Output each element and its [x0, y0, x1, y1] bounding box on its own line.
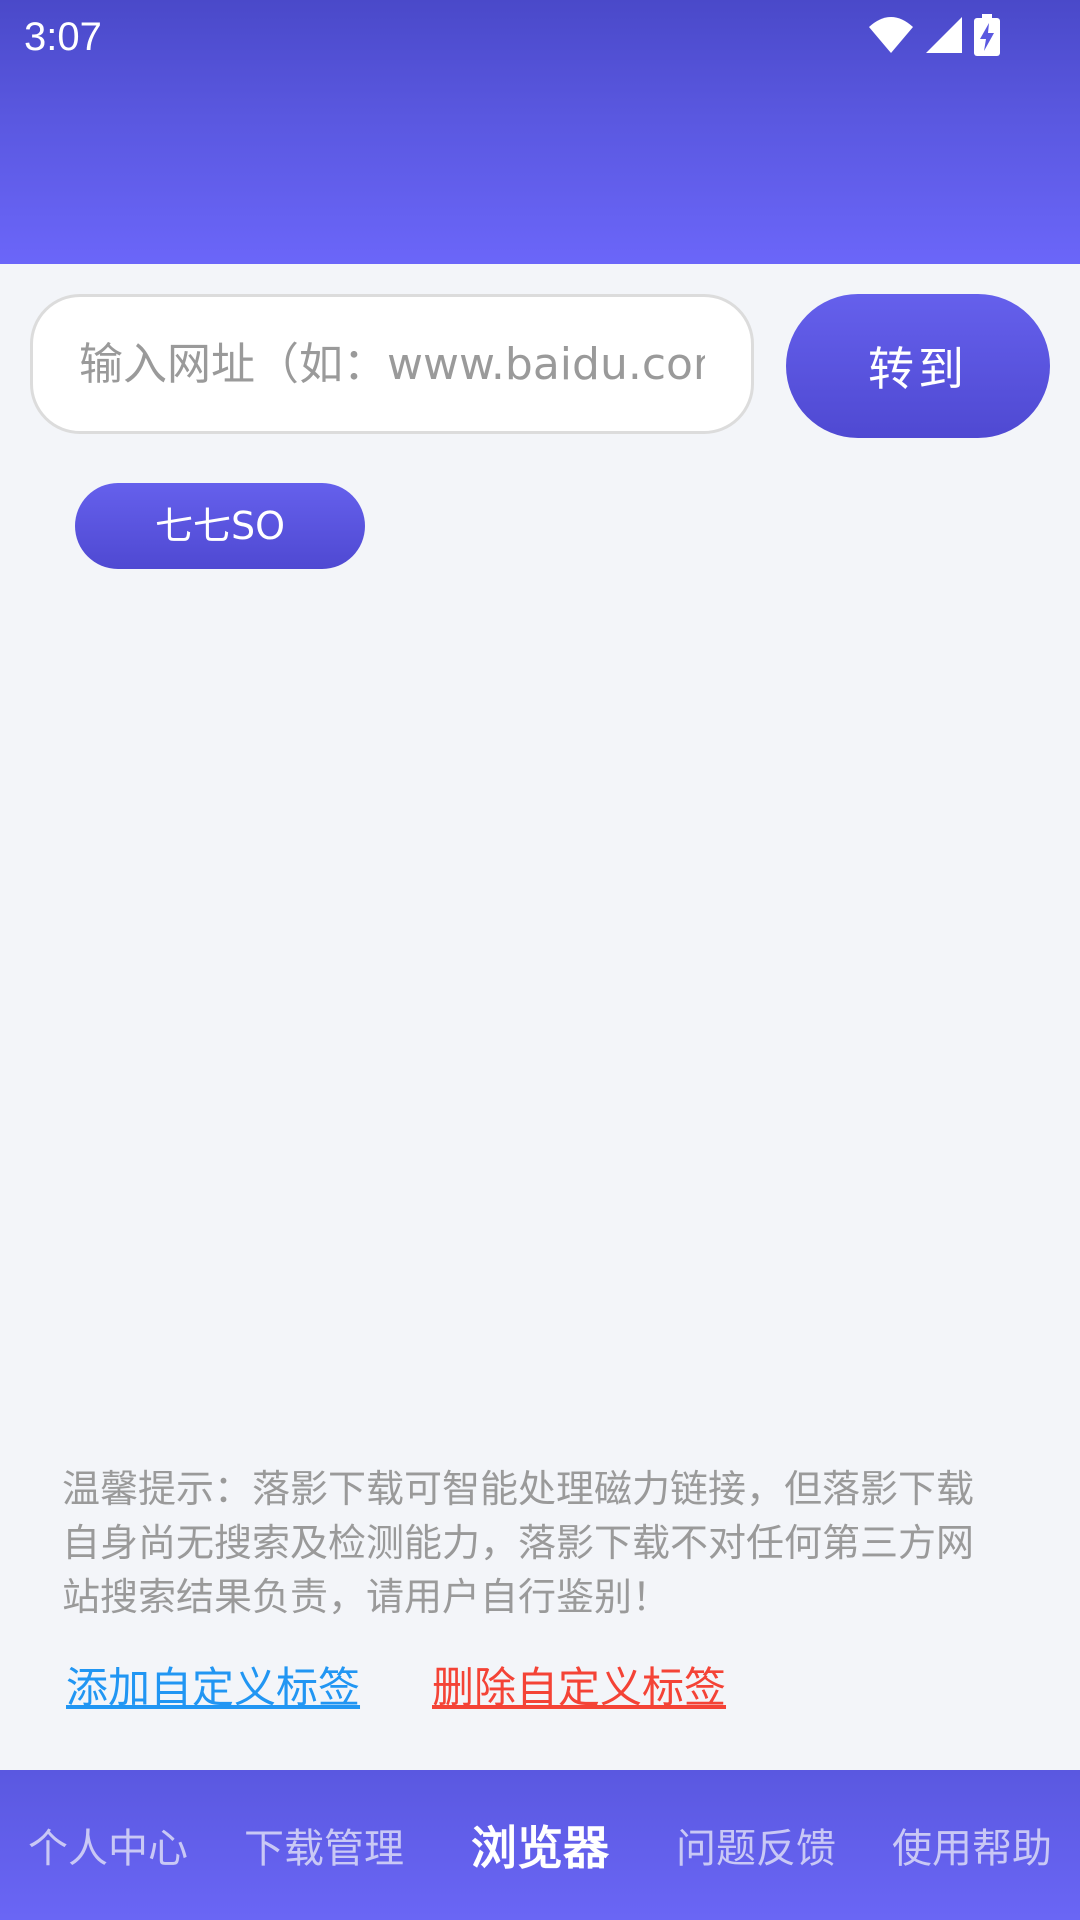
add-custom-tag-link[interactable]: 添加自定义标签: [66, 1658, 360, 1718]
bottom-nav: 个人中心 下载管理 浏览器 问题反馈 使用帮助: [0, 1770, 1080, 1920]
status-time: 3:07: [24, 15, 102, 59]
nav-item-browser[interactable]: 浏览器: [432, 1812, 648, 1878]
nav-item-feedback[interactable]: 问题反馈: [648, 1816, 864, 1874]
nav-item-downloads[interactable]: 下载管理: [216, 1816, 432, 1874]
tag-chip-qiqiso[interactable]: 七七SO: [75, 483, 365, 569]
wifi-icon: [868, 15, 914, 59]
nav-item-profile[interactable]: 个人中心: [0, 1816, 216, 1874]
url-input[interactable]: [30, 294, 754, 434]
delete-custom-tag-link[interactable]: 删除自定义标签: [432, 1658, 726, 1718]
notice-text: 温馨提示：落影下载可智能处理磁力链接，但落影下载自身尚无搜索及检测能力，落影下载…: [62, 1467, 975, 1619]
status-icons: [858, 12, 1000, 62]
nav-item-help[interactable]: 使用帮助: [864, 1816, 1080, 1874]
battery-charging-icon: [974, 14, 1000, 60]
cellular-signal-icon: [924, 15, 964, 59]
app-header: 3:07: [0, 0, 1080, 264]
go-button[interactable]: 转到: [786, 294, 1050, 438]
